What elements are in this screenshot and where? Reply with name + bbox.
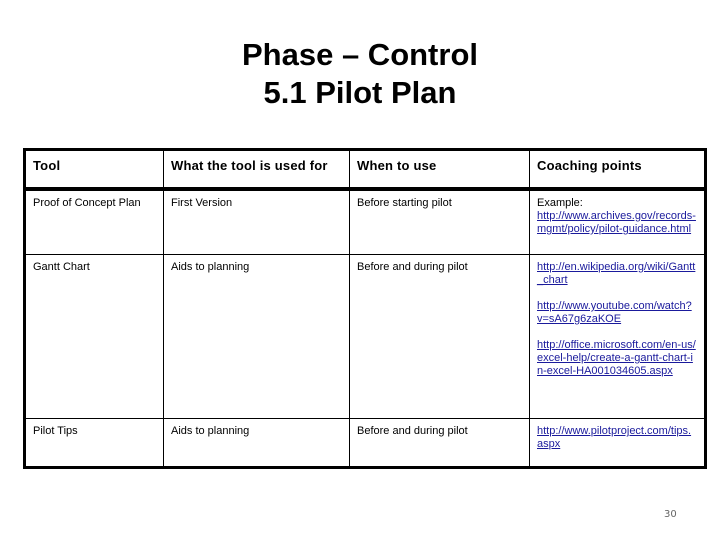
cell-tool: Gantt Chart — [24, 254, 164, 419]
microsoft-gantt-link[interactable]: http://office.microsoft.com/en-us/excel-… — [537, 339, 697, 378]
cell-when: Before and during pilot — [349, 418, 530, 468]
title-line-2: 5.1 Pilot Plan — [263, 75, 457, 110]
cell-coaching: http://en.wikipedia.org/wiki/Gantt_chart… — [529, 254, 706, 419]
column-header-used-for: What the tool is used for — [163, 149, 350, 191]
pilotproject-tips-link[interactable]: http://www.pilotproject.com/tips.aspx — [537, 425, 697, 451]
archives-guidance-link[interactable]: http://www.archives.gov/records-mgmt/pol… — [537, 210, 697, 236]
column-header-tool: Tool — [24, 149, 164, 191]
table-row: Proof of Concept Plan First Version Befo… — [24, 189, 706, 255]
cell-used-for: First Version — [163, 189, 350, 255]
table-row: Pilot Tips Aids to planning Before and d… — [24, 418, 706, 468]
page-number: 30 — [664, 509, 677, 520]
coaching-prefix: Example: — [537, 197, 583, 209]
column-header-when: When to use — [349, 149, 530, 191]
cell-tool: Pilot Tips — [24, 418, 164, 468]
title-line-1: Phase – Control — [242, 37, 478, 72]
pilot-plan-table: Tool What the tool is used for When to u… — [23, 148, 707, 469]
cell-coaching: Example: http://www.archives.gov/records… — [529, 189, 706, 255]
cell-used-for: Aids to planning — [163, 418, 350, 468]
youtube-gantt-link[interactable]: http://www.youtube.com/watch?v=sA67g6zaK… — [537, 300, 697, 326]
slide-title: Phase – Control 5.1 Pilot Plan — [0, 36, 720, 112]
column-header-coaching: Coaching points — [529, 149, 706, 191]
cell-when: Before and during pilot — [349, 254, 530, 419]
table-header-row: Tool What the tool is used for When to u… — [24, 149, 706, 191]
cell-when: Before starting pilot — [349, 189, 530, 255]
cell-used-for: Aids to planning — [163, 254, 350, 419]
table-row: Gantt Chart Aids to planning Before and … — [24, 254, 706, 419]
wikipedia-gantt-link[interactable]: http://en.wikipedia.org/wiki/Gantt_chart — [537, 261, 697, 287]
cell-coaching: http://www.pilotproject.com/tips.aspx — [529, 418, 706, 468]
cell-tool: Proof of Concept Plan — [24, 189, 164, 255]
